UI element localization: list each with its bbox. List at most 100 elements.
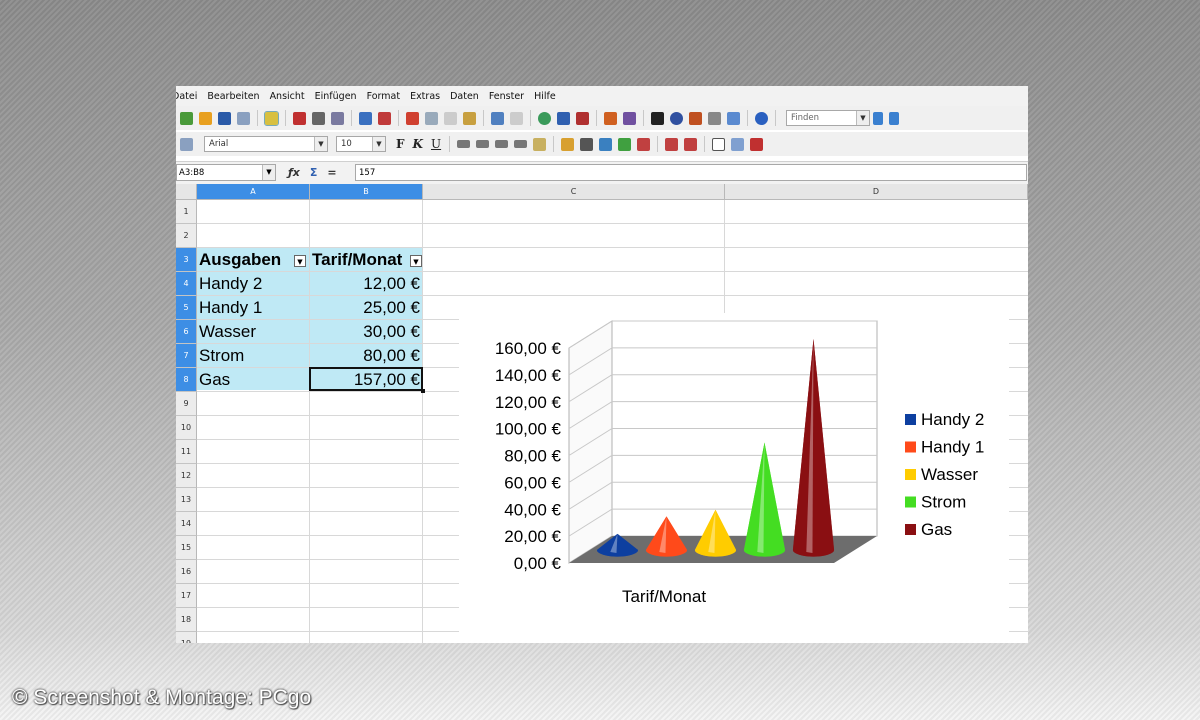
row-header[interactable]: 5 [176,296,197,320]
spellcheck-icon[interactable] [359,111,372,125]
table-cell-label[interactable]: Strom [199,344,244,368]
menu-daten[interactable]: Daten [450,91,479,102]
row-header[interactable]: 9 [176,392,197,416]
new-document-icon[interactable] [180,111,193,125]
percent-format-icon[interactable] [580,137,594,151]
borders-icon[interactable] [712,137,726,151]
row-header[interactable]: 8 [176,368,197,392]
decrease-indent-icon[interactable] [665,137,679,151]
gallery-icon[interactable] [689,111,702,125]
menu-format[interactable]: Format [367,91,400,102]
row-header[interactable]: 10 [176,416,197,440]
font-color-icon[interactable] [750,137,764,151]
align-right-icon[interactable] [495,140,509,148]
menu-bearbeiten[interactable]: Bearbeiten [207,91,259,102]
row-header[interactable]: 12 [176,464,197,488]
fill-handle[interactable] [421,389,425,393]
pdf-export-icon[interactable] [293,111,306,125]
table-cell-value[interactable]: 25,00 € [310,296,423,320]
find-next-icon[interactable] [873,111,883,125]
table-cell-label[interactable]: Handy 1 [199,296,262,320]
menu-fenster[interactable]: Fenster [489,91,524,102]
draw-functions-icon[interactable] [623,111,636,125]
menu-datei[interactable]: Datei [176,91,197,102]
sort-descending-icon[interactable] [576,111,589,125]
column-header-d[interactable]: D [725,184,1028,200]
row-header[interactable]: 7 [176,344,197,368]
navigator-icon[interactable] [670,111,683,125]
chevron-down-icon[interactable]: ▼ [262,165,275,180]
delete-decimal-icon[interactable] [637,137,651,151]
table-cell-label[interactable]: Wasser [199,320,256,344]
row-header[interactable]: 11 [176,440,197,464]
row-header[interactable]: 13 [176,488,197,512]
row-header[interactable]: 4 [176,272,197,296]
chevron-down-icon[interactable]: ▼ [856,111,869,125]
edit-mode-icon[interactable] [264,110,279,126]
chevron-down-icon[interactable]: ▼ [314,137,327,151]
sum-icon[interactable]: Σ [310,166,318,179]
row-header[interactable]: 18 [176,608,197,632]
standard-format-icon[interactable] [599,137,613,151]
menu-extras[interactable]: Extras [410,91,440,102]
column-header-c[interactable]: C [423,184,725,200]
autospellcheck-icon[interactable] [378,111,391,125]
column-header-a[interactable]: A [197,184,310,200]
zoom-icon[interactable] [727,111,740,125]
row-header[interactable]: 16 [176,560,197,584]
currency-format-icon[interactable] [561,137,575,151]
corner-select-all[interactable] [176,184,197,200]
print-preview-icon[interactable] [331,111,344,125]
row-header[interactable]: 14 [176,512,197,536]
add-decimal-icon[interactable] [618,137,632,151]
chart-object[interactable]: 0,00 € 20,00 € 40,00 € 60,00 € 80,00 € 100,00… [459,313,1009,643]
menu-ansicht[interactable]: Ansicht [270,91,305,102]
table-cell-value[interactable]: 30,00 € [310,320,423,344]
paste-icon[interactable] [444,111,457,125]
function-wizard-icon[interactable]: ƒx [288,166,300,179]
row-header[interactable]: 2 [176,224,197,248]
bold-button[interactable]: F [396,137,405,151]
formula-input[interactable]: 157 [355,164,1027,181]
background-color-icon[interactable] [731,137,745,151]
table-cell-label[interactable]: Handy 2 [199,272,262,296]
email-icon[interactable] [237,111,250,125]
formula-icon[interactable]: = [327,166,336,179]
menu-hilfe[interactable]: Hilfe [534,91,556,102]
table-header-ausgaben[interactable]: Ausgaben [199,248,281,272]
font-size-select[interactable]: 10 ▼ [336,136,386,152]
autofilter-dropdown-icon[interactable]: ▼ [410,255,422,267]
align-left-icon[interactable] [457,140,471,148]
name-box[interactable]: A3:B8 ▼ [176,164,276,181]
help-icon[interactable] [755,111,768,125]
hyperlink-icon[interactable] [538,111,551,125]
table-cell-value[interactable]: 12,00 € [310,272,423,296]
find-input[interactable]: Finden ▼ [786,110,870,126]
increase-indent-icon[interactable] [684,137,698,151]
styles-icon[interactable] [180,137,193,151]
redo-icon[interactable] [510,111,523,125]
table-header-tarif[interactable]: Tarif/Monat [312,248,410,272]
column-header-b[interactable]: B [310,184,423,200]
autofilter-dropdown-icon[interactable]: ▼ [294,255,306,267]
find-previous-icon[interactable] [889,111,899,125]
italic-button[interactable]: K [413,137,423,151]
underline-button[interactable]: U [431,137,441,151]
find-replace-icon[interactable] [651,111,664,125]
row-header[interactable]: 1 [176,200,197,224]
undo-icon[interactable] [491,111,504,125]
table-cell-label[interactable]: Gas [199,368,230,392]
print-icon[interactable] [312,111,325,125]
table-cell-value[interactable]: 80,00 € [310,344,423,368]
chart-icon[interactable] [604,111,617,125]
font-name-select[interactable]: Arial ▼ [204,136,328,152]
row-header[interactable]: 19 [176,632,197,643]
copy-icon[interactable] [425,111,438,125]
row-header[interactable]: 15 [176,536,197,560]
data-sources-icon[interactable] [708,111,721,125]
save-icon[interactable] [218,111,231,125]
row-header[interactable]: 17 [176,584,197,608]
merge-cells-icon[interactable] [533,137,547,151]
clone-format-icon[interactable] [463,111,476,125]
open-icon[interactable] [199,111,212,125]
